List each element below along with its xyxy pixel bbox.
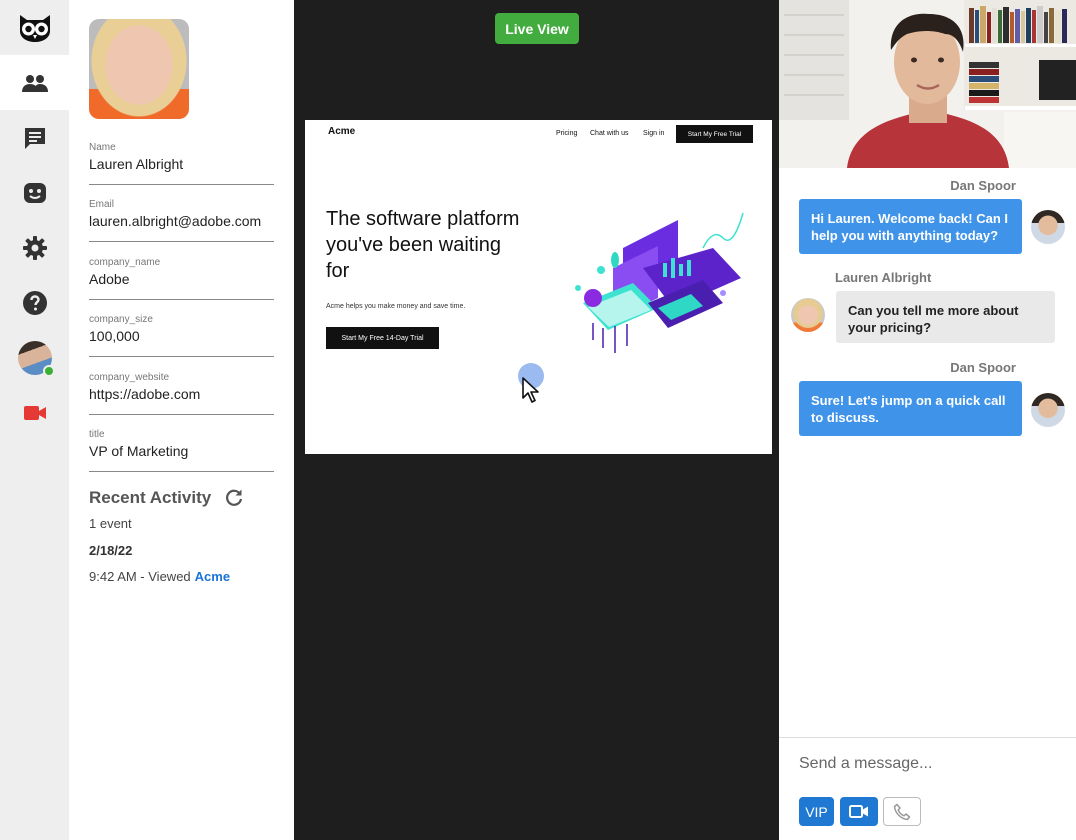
agent-message: Hi Lauren. Welcome back! Can I help you … bbox=[799, 199, 1022, 254]
title-field[interactable]: title VP of Marketing bbox=[89, 429, 274, 472]
video-call-button[interactable] bbox=[840, 797, 878, 826]
field-value: Adobe bbox=[89, 271, 130, 287]
name-field[interactable]: Name Lauren Albright bbox=[89, 142, 274, 185]
site-logo: Acme bbox=[328, 126, 356, 137]
site-illustration bbox=[575, 212, 744, 353]
agent-avatar[interactable] bbox=[0, 330, 69, 385]
visitor-avatar bbox=[791, 298, 825, 332]
site-hero-heading: The software platform you've been waitin… bbox=[326, 208, 520, 282]
event-page-link[interactable]: Acme bbox=[195, 569, 230, 584]
people-icon[interactable] bbox=[0, 55, 69, 110]
phone-icon bbox=[893, 803, 911, 820]
cursor-pointer-icon bbox=[522, 377, 539, 403]
field-value: 100,000 bbox=[89, 328, 140, 344]
live-view-panel: Live View Acme Pricing Chat with us Sign… bbox=[294, 0, 779, 840]
chat-panel: Dan Spoor Hi Lauren. Welcome back! Can I… bbox=[779, 0, 1076, 840]
agent-avatar bbox=[1031, 393, 1065, 427]
field-label: company_website bbox=[89, 372, 170, 383]
agent-video-feed bbox=[779, 0, 1076, 168]
live-view-button[interactable]: Live View bbox=[495, 13, 579, 44]
chat-icon[interactable] bbox=[0, 110, 69, 165]
video-camera-icon bbox=[849, 805, 868, 818]
site-trial-button: Start My Free 14-Day Trial bbox=[326, 327, 439, 349]
company-website-field[interactable]: company_website https://adobe.com bbox=[89, 372, 274, 415]
field-value: VP of Marketing bbox=[89, 443, 189, 459]
gear-icon[interactable] bbox=[0, 220, 69, 275]
field-label: Name bbox=[89, 142, 116, 153]
field-value: https://adobe.com bbox=[89, 386, 201, 402]
site-cta-button: Start My Free Trial bbox=[676, 125, 753, 143]
recent-activity-title: Recent Activity bbox=[89, 488, 212, 507]
event-text: 9:42 AM - Viewed bbox=[89, 569, 191, 584]
event-count: 1 event bbox=[89, 516, 132, 531]
field-value: lauren.albright@adobe.com bbox=[89, 213, 262, 229]
site-nav-chat: Chat with us bbox=[590, 130, 629, 137]
visitor-message: Can you tell me more about your pricing? bbox=[836, 291, 1055, 343]
avatar bbox=[17, 340, 55, 377]
online-status-icon bbox=[42, 364, 55, 377]
visitor-profile-panel: Name Lauren Albright Email lauren.albrig… bbox=[69, 0, 294, 840]
video-camera-icon[interactable] bbox=[0, 385, 69, 440]
vip-button[interactable]: VIP bbox=[799, 797, 834, 826]
nav-rail bbox=[0, 0, 69, 840]
company-size-field[interactable]: company_size 100,000 bbox=[89, 314, 274, 357]
event-date: 2/18/22 bbox=[89, 543, 133, 558]
owl-logo-icon[interactable] bbox=[0, 0, 69, 55]
field-label: company_size bbox=[89, 314, 153, 325]
site-nav-pricing: Pricing bbox=[556, 130, 578, 137]
visitor-photo bbox=[89, 19, 189, 119]
refresh-icon[interactable] bbox=[224, 488, 244, 513]
message-sender: Lauren Albright bbox=[835, 270, 932, 285]
field-label: Email bbox=[89, 199, 115, 210]
email-field[interactable]: Email lauren.albright@adobe.com bbox=[89, 199, 274, 242]
agent-avatar bbox=[1031, 210, 1065, 244]
field-value: Lauren Albright bbox=[89, 156, 184, 172]
message-input[interactable] bbox=[799, 755, 1059, 773]
site-nav-signin: Sign in bbox=[643, 130, 665, 137]
cobrowse-screen: Acme Pricing Chat with us Sign in Start … bbox=[305, 120, 772, 454]
help-icon[interactable] bbox=[0, 275, 69, 330]
bot-icon[interactable] bbox=[0, 165, 69, 220]
event-row: 9:42 AM - Viewed Acme bbox=[89, 569, 230, 584]
field-label: title bbox=[89, 429, 105, 440]
site-subheading: Acme helps you make money and save time. bbox=[326, 303, 466, 310]
company-name-field[interactable]: company_name Adobe bbox=[89, 257, 274, 300]
agent-message: Sure! Let's jump on a quick call to disc… bbox=[799, 381, 1022, 436]
field-label: company_name bbox=[89, 257, 161, 268]
message-sender: Dan Spoor bbox=[950, 178, 1016, 193]
phone-call-button[interactable] bbox=[883, 797, 921, 826]
message-sender: Dan Spoor bbox=[950, 360, 1016, 375]
composer-divider bbox=[779, 737, 1076, 738]
